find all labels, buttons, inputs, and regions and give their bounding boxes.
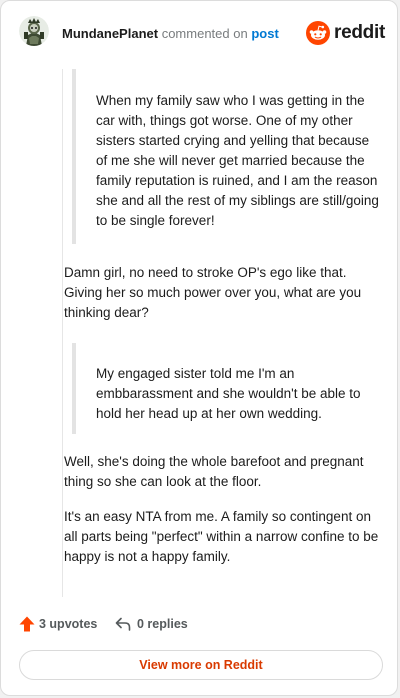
blockquote: When my family saw who I was getting in … (72, 69, 381, 244)
reddit-brand[interactable]: reddit (306, 20, 385, 46)
reply-arrow-icon (115, 617, 131, 631)
comment-paragraph: Damn girl, no need to stroke OP's ego li… (64, 265, 362, 320)
upvote-button[interactable]: 3 upvotes (18, 615, 97, 633)
commented-on-text: commented on (161, 26, 248, 41)
thread-line-spacer (64, 567, 381, 597)
embed-card: MundanePlanet commented on post reddit W… (0, 0, 398, 696)
reddit-logo-icon (306, 21, 331, 45)
reddit-wordmark: reddit (334, 22, 385, 43)
upvote-arrow-icon (19, 616, 35, 632)
comment-paragraph: It's an easy NTA from me. A family so co… (64, 509, 379, 564)
upvote-count: 3 upvotes (39, 617, 98, 631)
post-link[interactable]: post (251, 26, 278, 41)
blockquote: My engaged sister told me I'm an embbara… (72, 343, 381, 434)
view-more-button[interactable]: View more on Reddit (19, 650, 383, 680)
author-line: MundanePlanet commented on post (62, 26, 279, 41)
comment-body: When my family saw who I was getting in … (62, 69, 381, 597)
comment-header: MundanePlanet commented on post reddit (19, 16, 385, 52)
reply-button[interactable]: 0 replies (114, 615, 188, 633)
quote-text: My engaged sister told me I'm an embbara… (96, 366, 361, 421)
comment-footer: 3 upvotes 0 replies (18, 615, 384, 637)
snoo-avatar-icon (19, 16, 49, 46)
comment-paragraph: Well, she's doing the whole barefoot and… (64, 454, 364, 489)
reply-count: 0 replies (137, 617, 188, 631)
user-avatar[interactable] (19, 16, 49, 46)
author-name[interactable]: MundanePlanet (62, 26, 158, 41)
quote-text: When my family saw who I was getting in … (96, 93, 379, 228)
